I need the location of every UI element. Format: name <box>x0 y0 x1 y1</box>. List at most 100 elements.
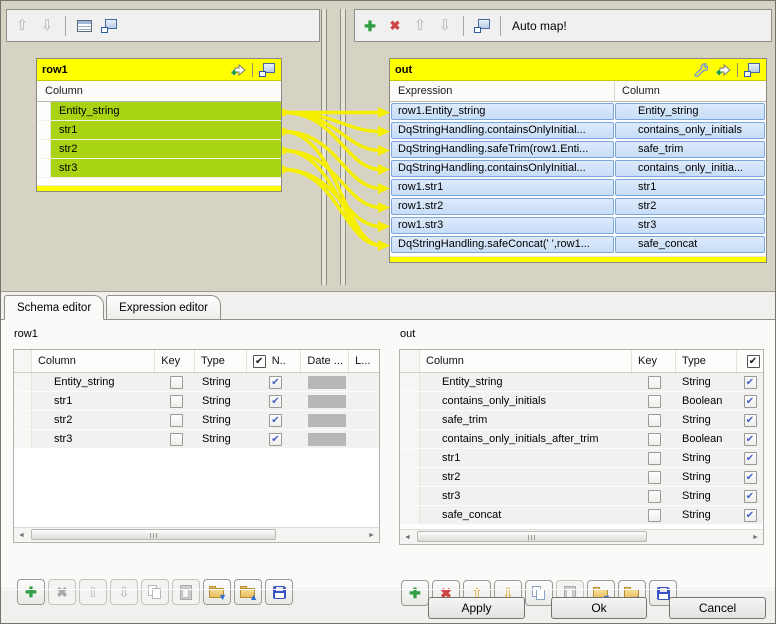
column-name-cell[interactable]: Entity_string <box>420 373 632 391</box>
key-checkbox[interactable]: ✔ <box>648 471 661 484</box>
output-row[interactable]: row1.str1str1 <box>390 178 766 197</box>
column-name-cell[interactable]: contains_only_initials_after_trim <box>420 430 632 448</box>
column-cell[interactable]: contains_only_initia... <box>615 160 765 177</box>
column-name-cell[interactable]: str1 <box>420 449 632 467</box>
nullable-select-all-checkbox[interactable]: ✔ <box>747 355 760 368</box>
type-cell[interactable]: String <box>676 449 737 467</box>
expression-cell[interactable]: row1.Entity_string <box>391 103 614 120</box>
nullable-checkbox[interactable]: ✔ <box>744 414 757 427</box>
key-checkbox-cell[interactable]: ✔ <box>632 468 676 486</box>
cancel-button[interactable]: Cancel <box>669 597 766 619</box>
type-cell[interactable]: String <box>196 392 248 410</box>
key-checkbox[interactable]: ✔ <box>648 395 661 408</box>
nullable-checkbox[interactable]: ✔ <box>269 414 282 427</box>
move-up-button[interactable]: ⇧ <box>79 579 107 605</box>
paste-button[interactable] <box>172 579 200 605</box>
minimize-restore-icon[interactable] <box>100 17 118 35</box>
input-row[interactable]: str2 <box>37 140 281 159</box>
nullable-checkbox-cell[interactable]: ✔ <box>737 487 763 505</box>
key-checkbox-cell[interactable]: ✔ <box>632 487 676 505</box>
schema-row[interactable]: safe_trim ✔ String ✔ <box>400 411 763 430</box>
type-cell[interactable]: String <box>196 411 248 429</box>
add-expression-filter-icon[interactable] <box>714 61 732 79</box>
splitter-sash-left[interactable] <box>321 9 327 285</box>
expression-cell[interactable]: row1.str1 <box>391 179 614 196</box>
expression-header[interactable]: Expression <box>390 85 614 97</box>
key-checkbox[interactable]: ✔ <box>170 433 183 446</box>
type-cell[interactable]: String <box>196 373 248 391</box>
remove-column-button[interactable]: ✖ <box>48 579 76 605</box>
nullable-checkbox-cell[interactable]: ✔ <box>737 411 763 429</box>
move-down-icon[interactable]: ⇩ <box>436 17 454 35</box>
table-view-icon[interactable] <box>75 17 93 35</box>
nullable-select-all-checkbox[interactable]: ✔ <box>253 355 266 368</box>
key-checkbox[interactable]: ✔ <box>170 395 183 408</box>
tab-expression-editor[interactable]: Expression editor <box>106 295 221 319</box>
expression-cell[interactable]: DqStringHandling.safeTrim(row1.Enti... <box>391 141 614 158</box>
key-checkbox-cell[interactable]: ✔ <box>632 392 676 410</box>
key-checkbox[interactable]: ✔ <box>648 490 661 503</box>
nullable-checkbox[interactable]: ✔ <box>744 490 757 503</box>
input-column-cell[interactable]: Entity_string <box>51 102 281 120</box>
key-checkbox[interactable]: ✔ <box>648 452 661 465</box>
move-up-icon[interactable]: ⇧ <box>411 17 429 35</box>
column-name-cell[interactable]: str2 <box>420 468 632 486</box>
nullable-checkbox-cell[interactable]: ✔ <box>248 392 303 410</box>
column-name-cell[interactable]: str2 <box>32 411 156 429</box>
column-name-cell[interactable]: str1 <box>32 392 156 410</box>
nullable-checkbox[interactable]: ✔ <box>744 395 757 408</box>
scroll-track[interactable] <box>415 530 748 544</box>
input-row[interactable]: str3 <box>37 159 281 178</box>
type-cell[interactable]: String <box>676 487 737 505</box>
nullable-checkbox[interactable]: ✔ <box>269 433 282 446</box>
nullable-checkbox[interactable]: ✔ <box>744 452 757 465</box>
nullable-checkbox-cell[interactable]: ✔ <box>737 468 763 486</box>
export-schema-button[interactable]: ▼ <box>203 579 231 605</box>
add-column-button[interactable]: ✚ <box>401 580 429 606</box>
input-column-cell[interactable]: str3 <box>51 159 281 177</box>
key-checkbox-cell[interactable]: ✔ <box>632 449 676 467</box>
type-cell[interactable]: String <box>676 411 737 429</box>
expression-cell[interactable]: row1.str2 <box>391 198 614 215</box>
copy-button[interactable] <box>525 580 553 606</box>
nullable-checkbox[interactable]: ✔ <box>744 376 757 389</box>
key-checkbox[interactable]: ✔ <box>170 414 183 427</box>
nullable-checkbox-cell[interactable]: ✔ <box>737 449 763 467</box>
key-checkbox[interactable]: ✔ <box>648 414 661 427</box>
column-name-cell[interactable]: Entity_string <box>32 373 156 391</box>
type-cell[interactable]: String <box>196 430 248 448</box>
column-name-cell[interactable]: safe_concat <box>420 506 632 524</box>
schema-row[interactable]: str3✔String✔ <box>14 430 379 449</box>
column-name-cell[interactable]: contains_only_initials <box>420 392 632 410</box>
scroll-left-arrow[interactable]: ◄ <box>400 530 415 544</box>
nullable-checkbox[interactable]: ✔ <box>269 395 282 408</box>
ok-button[interactable]: Ok <box>551 597 647 619</box>
output-row[interactable]: DqStringHandling.safeTrim(row1.Enti...sa… <box>390 140 766 159</box>
column-header[interactable]: Column <box>420 350 632 372</box>
scroll-thumb[interactable] <box>417 531 647 542</box>
type-header[interactable]: Type <box>676 350 737 372</box>
expression-cell[interactable]: DqStringHandling.containsOnlyInitial... <box>391 122 614 139</box>
column-name-cell[interactable]: safe_trim <box>420 411 632 429</box>
column-cell[interactable]: safe_concat <box>615 236 765 253</box>
add-column-button[interactable]: ✚ <box>17 579 45 605</box>
move-down-button[interactable]: ⇩ <box>110 579 138 605</box>
schema-row[interactable]: str3✔String✔ <box>400 487 763 506</box>
type-header[interactable]: Type <box>195 350 247 372</box>
column-header[interactable]: Column <box>32 350 155 372</box>
input-row[interactable]: Entity_string <box>37 102 281 121</box>
input-column-cell[interactable]: str1 <box>51 121 281 139</box>
key-checkbox-cell[interactable]: ✔ <box>632 373 676 391</box>
date-header[interactable]: Date ... <box>301 350 349 372</box>
minimize-table-icon[interactable] <box>743 61 761 79</box>
nullable-header[interactable]: ✔N.. <box>247 350 302 372</box>
minimize-restore-icon[interactable] <box>473 17 491 35</box>
schema-row[interactable]: str2✔String✔ <box>400 468 763 487</box>
apply-button[interactable]: Apply <box>428 597 525 619</box>
column-header[interactable]: Column <box>614 81 766 101</box>
schema-row[interactable]: str2 ✔ String ✔ <box>14 411 379 430</box>
nullable-checkbox-cell[interactable]: ✔ <box>248 411 303 429</box>
remove-output-icon[interactable]: ✖ <box>386 17 404 35</box>
move-up-icon[interactable]: ⇧ <box>13 17 31 35</box>
nullable-header[interactable]: ✔ <box>737 350 763 372</box>
